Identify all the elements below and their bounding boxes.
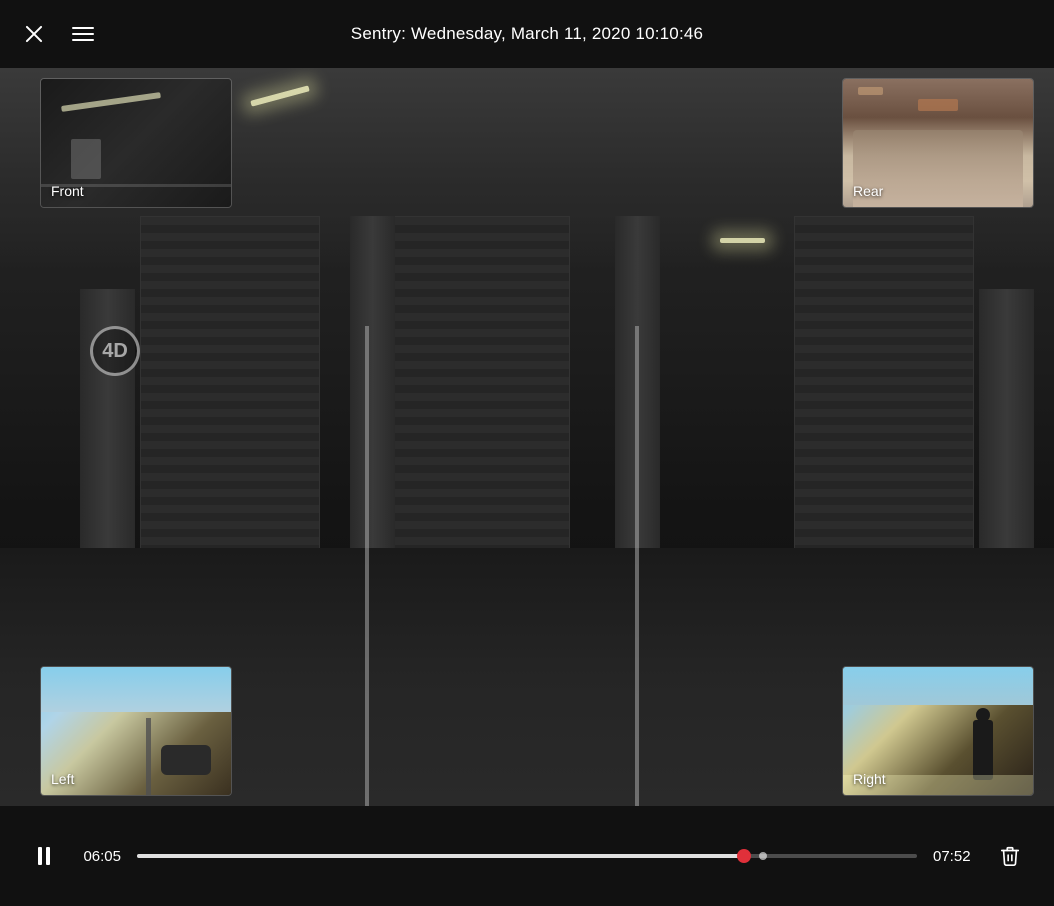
current-time: 06:05 <box>76 848 121 865</box>
menu-icon-line2 <box>72 33 94 35</box>
video-title: Sentry: Wednesday, March 11, 2020 10:10:… <box>351 24 703 44</box>
pause-bar-right <box>46 847 50 865</box>
progress-handle[interactable] <box>737 849 751 863</box>
right-sky <box>843 667 1033 705</box>
menu-icon-line1 <box>72 27 94 29</box>
total-time: 07:52 <box>933 848 978 865</box>
left-pole <box>146 718 151 795</box>
main-video-area: 4D Front Rear Left <box>0 68 1054 806</box>
play-pause-button[interactable] <box>28 840 60 872</box>
video-controls: 06:05 07:52 <box>0 806 1054 906</box>
front-camera-label: Front <box>51 183 84 199</box>
progress-fill <box>137 854 745 858</box>
progress-bar[interactable] <box>137 854 917 858</box>
person-body <box>973 720 993 780</box>
menu-icon-line3 <box>72 39 94 41</box>
left-sky <box>41 667 231 712</box>
rear-camera-label: Rear <box>853 183 883 199</box>
right-camera-label: Right <box>853 771 886 787</box>
front-camera-thumbnail[interactable]: Front <box>40 78 232 208</box>
camera-pole-1 <box>365 326 369 806</box>
camera-pole-2 <box>635 326 639 806</box>
top-bar: Sentry: Wednesday, March 11, 2020 10:10:… <box>0 0 1054 68</box>
close-button[interactable] <box>20 20 48 48</box>
front-light <box>61 92 161 112</box>
level-sign: 4D <box>90 326 140 376</box>
delete-button[interactable] <box>994 840 1026 872</box>
left-camera-label: Left <box>51 771 74 787</box>
rear-text <box>858 87 883 95</box>
left-camera-thumbnail[interactable]: Left <box>40 666 232 796</box>
menu-button[interactable] <box>68 23 98 45</box>
left-car <box>161 745 211 775</box>
rear-camera-thumbnail[interactable]: Rear <box>842 78 1034 208</box>
rear-tesla-logo <box>918 99 958 111</box>
progress-dot <box>759 852 767 860</box>
trash-icon <box>999 845 1021 867</box>
pause-bar-left <box>38 847 42 865</box>
overhead-light-2 <box>720 238 765 243</box>
front-structure <box>71 139 101 179</box>
right-camera-thumbnail[interactable]: Right <box>842 666 1034 796</box>
